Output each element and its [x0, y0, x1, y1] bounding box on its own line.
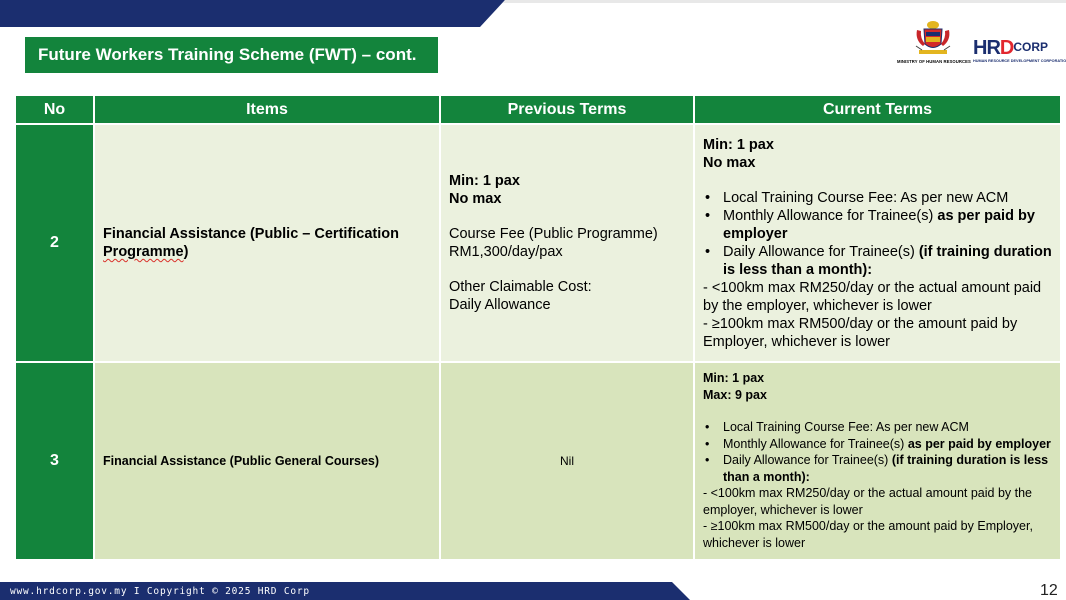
rate-line: - ≥100km max RM500/day or the amount pai… — [703, 315, 1018, 350]
header-no: No — [14, 94, 95, 125]
header-items: Items — [93, 94, 441, 125]
bullet-icon: • — [705, 189, 711, 206]
ministry-caption: MINISTRY OF HUMAN RESOURCES — [897, 59, 971, 64]
rate-line: - <100km max RM250/day or the actual amo… — [703, 279, 1042, 314]
row-number: 3 — [14, 361, 95, 561]
table-row: 2 Financial Assistance (Public – Certifi… — [14, 123, 1062, 363]
table-header-row: No Items Previous Terms Current Terms — [14, 94, 1062, 125]
bullet-icon: • — [705, 420, 710, 434]
hrdcorp-logo: HRDCORP HUMAN RESOURCE DEVELOPMENT CORPO… — [973, 36, 1066, 68]
list-item: • Monthly Allowance for Trainee(s) as per… — [705, 436, 1051, 451]
other-cost-value: Daily Allowance — [449, 297, 551, 313]
min-pax: Min: 1 pax — [703, 371, 765, 385]
bullet-icon: • — [705, 207, 711, 224]
ministry-logo: MINISTRY OF HUMAN RESOURCES — [897, 20, 971, 68]
table-row: 3 Financial Assistance (Public General C… — [14, 361, 1062, 561]
rate-line: - ≥100km max RM500/day or the amount pai… — [703, 519, 1033, 550]
list-item: • Daily Allowance for Trainee(s) (if trai… — [705, 243, 1052, 278]
page-number: 12 — [1040, 582, 1058, 599]
ministry-crest-icon — [915, 21, 951, 54]
list-item: • Daily Allowance for Trainee(s) (if trai… — [705, 453, 1049, 484]
footer-copyright: www.hrdcorp.gov.my I Copyright © 2025 HR… — [10, 586, 310, 597]
header-current-terms: Current Terms — [693, 94, 1062, 125]
header-previous-terms: Previous Terms — [439, 94, 695, 125]
max-pax: No max — [703, 154, 756, 171]
spellcheck-underline: Programme — [103, 244, 184, 260]
row-number: 2 — [14, 123, 95, 363]
rate-line: - <100km max RM250/day or the actual amo… — [703, 486, 1032, 517]
row-item: Financial Assistance (Public – Certifica… — [93, 123, 441, 363]
bullet-icon: • — [705, 453, 710, 467]
max-pax: No max — [449, 191, 502, 207]
other-cost-label: Other Claimable Cost: — [449, 279, 592, 295]
row-item: Financial Assistance (Public General Cou… — [93, 361, 441, 561]
bullet-icon: • — [705, 243, 711, 260]
previous-terms-cell: Nil — [439, 361, 695, 561]
max-pax: Max: 9 pax — [703, 387, 767, 402]
course-fee-value: RM1,300/day/pax — [449, 244, 563, 260]
hrdcorp-wordmark: HRDCORP — [973, 37, 1049, 59]
slide-title: Future Workers Training Scheme (FWT) – c… — [25, 37, 438, 73]
list-item: • Local Training Course Fee: As per new A… — [705, 189, 1009, 206]
previous-terms-cell: Min: 1 pax No max Course Fee (Public Pro… — [439, 123, 695, 363]
course-fee-label: Course Fee (Public Programme) — [449, 226, 658, 242]
hrdcorp-tagline: HUMAN RESOURCE DEVELOPMENT CORPORATION — [973, 59, 1066, 63]
min-pax: Min: 1 pax — [449, 173, 520, 189]
terms-table: No Items Previous Terms Current Terms 2 … — [14, 94, 1062, 561]
list-item: • Monthly Allowance for Trainee(s) as per… — [705, 207, 1035, 242]
min-pax: Min: 1 pax — [703, 136, 774, 153]
current-terms-cell: Min: 1 pax Max: 9 pax • Local Training Co… — [693, 361, 1062, 561]
current-terms-cell: Min: 1 pax No max • Local Training Course… — [693, 123, 1062, 363]
bullet-icon: • — [705, 436, 710, 451]
list-item: • Local Training Course Fee: As per new A… — [705, 420, 969, 434]
